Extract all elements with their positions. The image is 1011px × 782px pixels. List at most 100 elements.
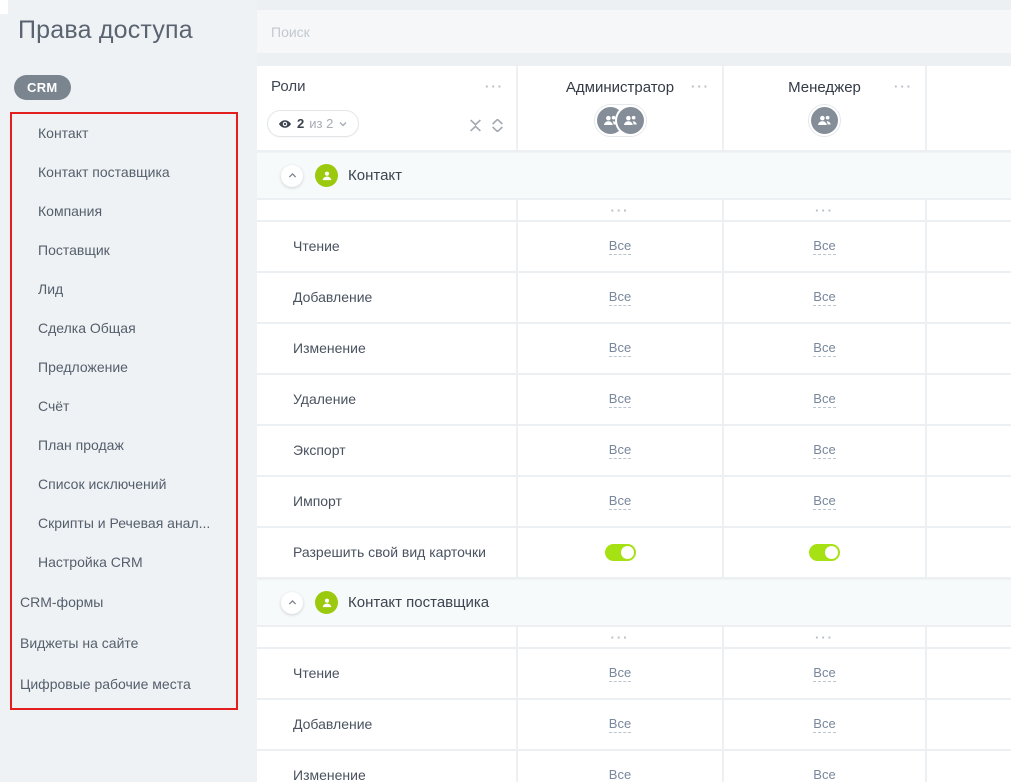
permissions-table-body: Контакт ··· ··· Чтение Все Все Добавление Все Вс… bbox=[257, 152, 1011, 782]
roles-filter-pill[interactable]: 2 из 2 bbox=[267, 110, 359, 137]
sidebar-item[interactable]: Цифровые рабочие места bbox=[12, 664, 236, 705]
sidebar-item[interactable]: Контакт bbox=[12, 114, 236, 153]
sidebar-item[interactable]: Сделка Общая bbox=[12, 309, 236, 348]
access-rights-page: Права доступа CRM КонтактКонтакт поставщ… bbox=[0, 0, 1011, 782]
sidebar-item[interactable]: Предложение bbox=[12, 348, 236, 387]
crm-badge: CRM bbox=[14, 75, 71, 100]
permission-value-link[interactable]: Все bbox=[609, 238, 631, 256]
cell-menu: ··· bbox=[518, 200, 722, 220]
filter-total: из 2 bbox=[309, 116, 333, 131]
permission-label: Разрешить свой вид карточки bbox=[257, 528, 516, 577]
empty-cell bbox=[927, 477, 1011, 526]
permission-label: Импорт bbox=[257, 477, 516, 526]
permission-label: Изменение bbox=[257, 751, 516, 782]
permission-value-link[interactable]: Все bbox=[609, 442, 631, 460]
empty-cell bbox=[927, 273, 1011, 322]
permission-value-link[interactable]: Все bbox=[609, 493, 631, 511]
empty-header-cell bbox=[927, 66, 1011, 150]
collapse-all-icon[interactable] bbox=[469, 119, 482, 132]
permission-label: Чтение bbox=[257, 222, 516, 271]
permission-value-link[interactable]: Все bbox=[813, 442, 835, 460]
sidebar-item[interactable]: План продаж bbox=[12, 426, 236, 465]
empty-cell bbox=[927, 627, 1011, 647]
eye-icon bbox=[278, 117, 292, 131]
section-collapse-button[interactable] bbox=[281, 165, 303, 187]
sidebar-item[interactable]: Контакт поставщика bbox=[12, 153, 236, 192]
permission-value-link[interactable]: Все bbox=[813, 238, 835, 256]
sidebar-item[interactable]: Лид bbox=[12, 270, 236, 309]
permission-value-cell: Все bbox=[724, 375, 925, 424]
sidebar: Права доступа CRM КонтактКонтакт поставщ… bbox=[0, 0, 257, 782]
permission-value-cell: Все bbox=[724, 222, 925, 271]
permission-label: Изменение bbox=[257, 324, 516, 373]
permission-value-link[interactable]: Все bbox=[609, 289, 631, 307]
cell-menu-icon[interactable]: ··· bbox=[611, 204, 630, 217]
permission-value-link[interactable]: Все bbox=[813, 340, 835, 358]
cell-menu-icon[interactable]: ··· bbox=[815, 204, 834, 217]
permission-value-cell: Все bbox=[724, 477, 925, 526]
permission-row: Экспорт Все Все bbox=[257, 426, 1011, 475]
sidebar-item[interactable]: Список исключений bbox=[12, 465, 236, 504]
empty-cell bbox=[927, 375, 1011, 424]
permission-label: Экспорт bbox=[257, 426, 516, 475]
permission-value-cell: Все bbox=[724, 751, 925, 782]
permission-toggle-on[interactable] bbox=[809, 544, 840, 561]
permission-value-link[interactable]: Все bbox=[813, 493, 835, 511]
sidebar-item[interactable]: Скрипты и Речевая анал... bbox=[12, 504, 236, 543]
permission-value-link[interactable]: Все bbox=[609, 340, 631, 358]
permission-value-link[interactable]: Все bbox=[609, 767, 631, 782]
sidebar-item[interactable]: Настройка CRM bbox=[12, 543, 236, 582]
permission-value-cell: Все bbox=[724, 273, 925, 322]
permission-value-cell: Все bbox=[518, 222, 722, 271]
section-header: Контакт bbox=[257, 152, 1011, 198]
permission-value-cell: Все bbox=[724, 649, 925, 698]
permission-toggle-on[interactable] bbox=[605, 544, 636, 561]
permission-value-cell: Все bbox=[518, 649, 722, 698]
roles-menu-icon[interactable]: ··· bbox=[485, 80, 504, 93]
empty-cell bbox=[927, 426, 1011, 475]
permission-value-cell bbox=[518, 528, 722, 577]
search-input[interactable] bbox=[257, 10, 1011, 53]
permission-value-link[interactable]: Все bbox=[609, 391, 631, 409]
permission-value-link[interactable]: Все bbox=[813, 767, 835, 782]
roles-header-tools bbox=[469, 119, 504, 132]
sidebar-item[interactable]: Виджеты на сайте bbox=[12, 623, 236, 664]
role-menu-icon[interactable]: ··· bbox=[894, 80, 913, 93]
permission-value-link[interactable]: Все bbox=[813, 289, 835, 307]
permission-row: Добавление Все Все bbox=[257, 700, 1011, 749]
permission-value-link[interactable]: Все bbox=[813, 391, 835, 409]
sidebar-item[interactable]: Поставщик bbox=[12, 231, 236, 270]
section-title: Контакт поставщика bbox=[348, 594, 489, 611]
role-avatar-group[interactable] bbox=[808, 104, 841, 137]
permission-value-link[interactable]: Все bbox=[813, 665, 835, 683]
corner-notch bbox=[0, 0, 8, 14]
permission-label: Добавление bbox=[257, 273, 516, 322]
role-avatar-group[interactable] bbox=[594, 104, 647, 137]
permission-label: Добавление bbox=[257, 700, 516, 749]
permission-value-cell: Все bbox=[518, 426, 722, 475]
empty-cell bbox=[927, 528, 1011, 577]
cell-menu: ··· bbox=[724, 200, 925, 220]
roles-header-cell: Роли ··· 2 из 2 bbox=[257, 66, 516, 150]
empty-cell bbox=[927, 324, 1011, 373]
permissions-table: Роли ··· 2 из 2 Админ bbox=[257, 66, 1011, 782]
permission-value-cell: Все bbox=[518, 700, 722, 749]
sidebar-item[interactable]: Счёт bbox=[12, 387, 236, 426]
entity-person-icon bbox=[315, 591, 338, 614]
crm-entity-list: КонтактКонтакт поставщикаКомпанияПоставщ… bbox=[12, 114, 236, 582]
expand-all-icon[interactable] bbox=[491, 119, 504, 132]
permission-value-link[interactable]: Все bbox=[813, 716, 835, 734]
permission-value-link[interactable]: Все bbox=[609, 716, 631, 734]
role-column-admin: Администратор ··· bbox=[518, 66, 722, 150]
other-section-list: CRM-формыВиджеты на сайтеЦифровые рабочи… bbox=[12, 582, 236, 705]
section-title: Контакт bbox=[348, 167, 402, 184]
sidebar-item[interactable]: CRM-формы bbox=[12, 582, 236, 623]
cell-menu-icon[interactable]: ··· bbox=[611, 631, 630, 644]
permission-value-cell: Все bbox=[724, 700, 925, 749]
cell-menu-icon[interactable]: ··· bbox=[815, 631, 834, 644]
permission-value-link[interactable]: Все bbox=[609, 665, 631, 683]
role-column-manager: Менеджер ··· bbox=[724, 66, 925, 150]
role-menu-icon[interactable]: ··· bbox=[691, 80, 710, 93]
section-collapse-button[interactable] bbox=[281, 592, 303, 614]
sidebar-item[interactable]: Компания bbox=[12, 192, 236, 231]
